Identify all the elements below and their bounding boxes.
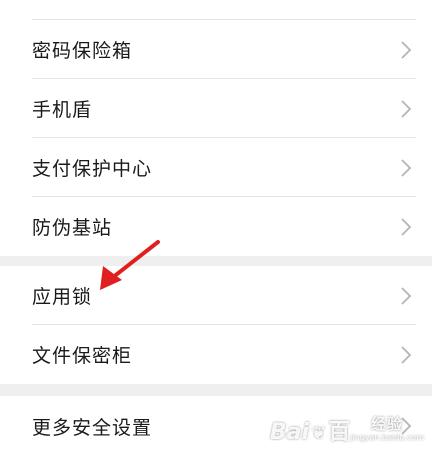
paw-icon: ❦ — [311, 423, 327, 444]
settings-item-label: 更多安全设置 — [32, 416, 153, 439]
settings-item-password-vault[interactable]: 密码保险箱 — [0, 20, 432, 79]
chevron-right-icon — [401, 345, 412, 364]
watermark-logo-suffix: 百 — [328, 420, 351, 445]
settings-item-label: 密码保险箱 — [32, 40, 133, 62]
watermark-logo: Bai — [269, 420, 310, 445]
settings-item-phone-shield[interactable]: 手机盾 — [0, 79, 432, 138]
settings-screen: 密码保险箱 手机盾 支付保护中心 防伪基站 应用锁 文件保密柜 更多安全设置 B… — [0, 0, 432, 450]
settings-group-1: 密码保险箱 手机盾 支付保护中心 防伪基站 — [0, 0, 432, 256]
settings-group-2: 应用锁 文件保密柜 — [0, 266, 432, 384]
chevron-right-icon — [401, 158, 412, 177]
baidu-jingyan-watermark: Bai ❦ 百 经验 jingyan.baidu.com — [270, 416, 424, 444]
settings-item-label: 手机盾 — [32, 99, 93, 121]
chevron-right-icon — [401, 99, 412, 118]
settings-item-label: 文件保密柜 — [32, 345, 133, 367]
settings-item-payment-protection[interactable]: 支付保护中心 — [0, 138, 432, 197]
chevron-right-icon — [401, 217, 412, 236]
watermark-text: 经验 jingyan.baidu.com — [350, 416, 424, 444]
settings-item-label: 防伪基站 — [32, 217, 113, 239]
watermark-zh: 经验 — [371, 415, 404, 433]
chevron-right-icon — [401, 286, 412, 305]
chevron-right-icon — [401, 40, 412, 59]
settings-item-anti-fake-base-station[interactable]: 防伪基站 — [0, 197, 432, 256]
settings-item-label: 支付保护中心 — [32, 158, 153, 180]
settings-item-file-safe[interactable]: 文件保密柜 — [0, 325, 432, 384]
settings-item-label: 应用锁 — [32, 286, 93, 308]
watermark-url: jingyan.baidu.com — [350, 433, 424, 442]
settings-item-app-lock[interactable]: 应用锁 — [0, 266, 432, 325]
